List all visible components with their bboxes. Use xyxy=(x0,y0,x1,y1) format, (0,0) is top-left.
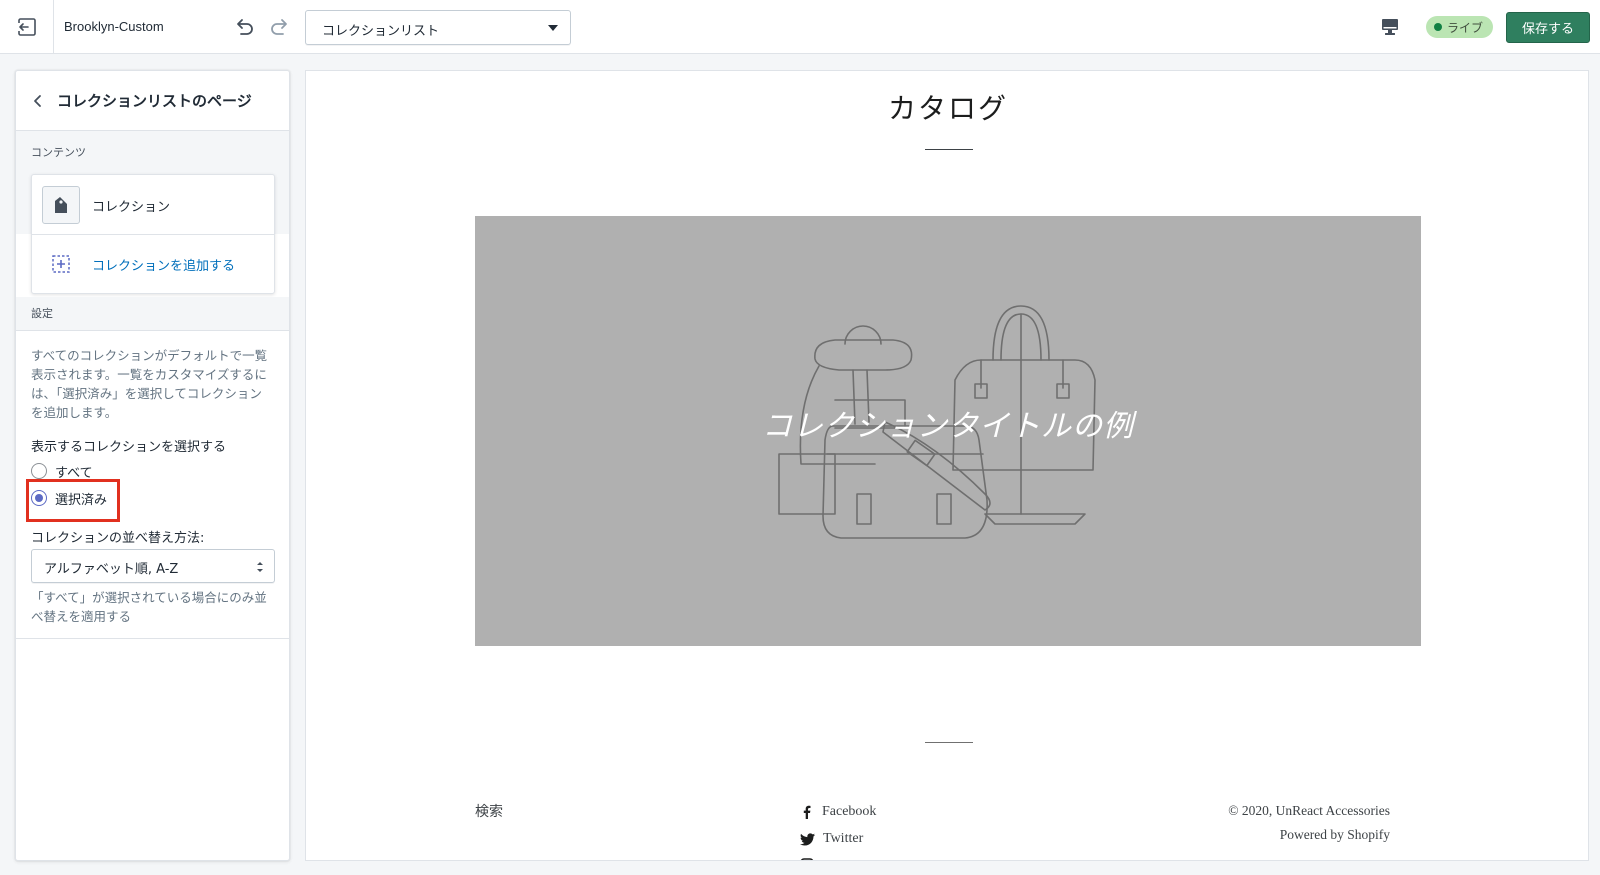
radio-all-label: すべて xyxy=(55,465,93,481)
select-arrows-icon xyxy=(257,562,263,572)
settings-help-text: すべてのコレクションがデフォルトで一覧表示されます。一覧をカスタマイズするには、… xyxy=(31,348,268,420)
select-collections-label: 表示するコレクションを選択する xyxy=(31,440,227,455)
exit-editor-button[interactable] xyxy=(0,0,54,54)
radio-button-all[interactable] xyxy=(31,463,47,479)
redo-button[interactable] xyxy=(268,15,292,39)
save-button[interactable]: 保存する xyxy=(1506,12,1590,43)
sidebar: コレクションリストのページ コンテンツ コレクション コレクションを追加する 設… xyxy=(15,70,290,861)
page-select-value: コレクションリスト xyxy=(322,24,440,39)
settings-section: 設定 xyxy=(16,297,289,331)
footer-divider xyxy=(925,742,973,743)
store-preview: カタログ コレクションタイトルの例 検索 Facebook Twitter © … xyxy=(305,70,1589,861)
live-status-badge: ライブ xyxy=(1426,16,1494,38)
top-bar: Brooklyn-Custom コレクションリスト ライブ 保存する xyxy=(0,0,1600,54)
undo-button[interactable] xyxy=(232,15,256,39)
add-collection-button[interactable]: コレクションを追加する xyxy=(32,235,274,293)
twitter-link[interactable]: Twitter xyxy=(800,830,863,848)
page-title: カタログ xyxy=(887,92,1008,125)
sidebar-title: コレクションリストのページ xyxy=(57,92,252,110)
redo-icon xyxy=(271,19,287,35)
back-button[interactable] xyxy=(28,91,48,111)
collection-caption: コレクションタイトルの例 xyxy=(762,409,1134,444)
twitter-icon xyxy=(800,832,815,845)
undo-icon xyxy=(237,19,253,35)
add-block-icon xyxy=(52,255,70,273)
footer-search-link[interactable]: 検索 xyxy=(475,801,503,821)
sort-select[interactable]: アルファベット順, A-Z xyxy=(31,549,275,583)
annotation-highlight xyxy=(26,479,120,522)
facebook-icon xyxy=(803,805,811,819)
instagram-icon xyxy=(800,858,814,860)
chevron-left-icon xyxy=(34,95,41,107)
facebook-label: Facebook xyxy=(822,804,877,819)
sort-label: コレクションの並べ替え方法: xyxy=(31,531,205,546)
device-preview-button[interactable] xyxy=(1378,16,1402,38)
exit-icon xyxy=(17,18,36,36)
collection-item[interactable]: コレクション xyxy=(32,175,274,235)
sort-hint: 「すべて」が選択されている場合にのみ並べ替えを適用する xyxy=(31,590,267,624)
status-dot-icon xyxy=(1434,23,1442,31)
radio-all[interactable]: すべて xyxy=(31,461,93,481)
powered-by-link[interactable]: Powered by Shopify xyxy=(1280,827,1390,843)
theme-name: Brooklyn-Custom xyxy=(64,19,164,34)
collection-thumbnail xyxy=(42,186,80,224)
collection-card-image[interactable]: コレクションタイトルの例 xyxy=(475,216,1421,646)
add-collection-label: コレクションを追加する xyxy=(92,259,236,274)
sort-select-value: アルファベット順, A-Z xyxy=(44,562,179,577)
tag-icon xyxy=(55,197,67,213)
page-select[interactable]: コレクションリスト xyxy=(305,10,571,45)
twitter-label: Twitter xyxy=(823,831,864,846)
content-section-label: コンテンツ xyxy=(31,146,86,159)
settings-section-label: 設定 xyxy=(31,307,53,320)
sidebar-header: コレクションリストのページ xyxy=(16,71,289,131)
caret-down-icon xyxy=(548,25,558,31)
instagram-link[interactable] xyxy=(800,856,814,860)
title-divider xyxy=(925,149,973,150)
collection-name: コレクション xyxy=(92,200,171,215)
desktop-icon xyxy=(1382,19,1398,35)
collection-card: コレクション コレクションを追加する xyxy=(31,174,275,294)
copyright-text: © 2020, UnReact Accessories xyxy=(1228,803,1390,818)
live-label: ライブ xyxy=(1447,20,1484,35)
facebook-link[interactable]: Facebook xyxy=(800,803,876,821)
